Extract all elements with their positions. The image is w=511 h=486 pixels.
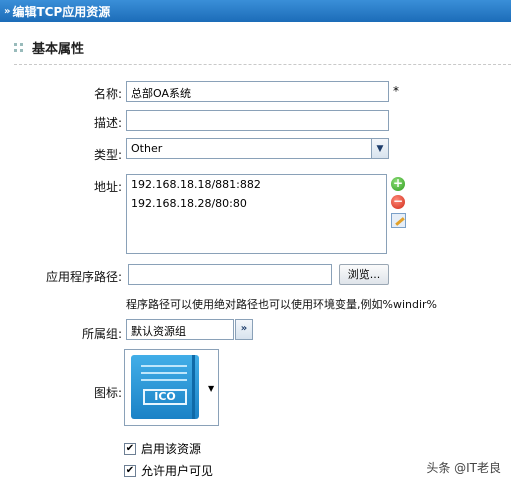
group-select[interactable]: 默认资源组 (126, 319, 234, 340)
checkbox-checked-icon[interactable]: ✔ (124, 442, 136, 455)
type-select[interactable]: Other ▼ (126, 138, 389, 159)
app-path-field[interactable] (128, 264, 332, 285)
watermark: 头条 @IT老良 (426, 461, 501, 475)
chevron-down-icon[interactable]: ▼ (371, 139, 388, 158)
section-dots-icon (14, 42, 24, 53)
section-title: 基本属性 (32, 42, 85, 57)
section-divider (14, 64, 511, 65)
chevron-down-icon[interactable]: ▼ (208, 384, 214, 393)
group-label: 所属组: (81, 327, 122, 341)
enable-resource-label: 启用该资源 (141, 442, 202, 456)
app-path-hint: 程序路径可以使用绝对路径也可以使用环境变量,例如%windir% (126, 298, 437, 311)
description-field[interactable] (126, 110, 389, 131)
plus-circle-icon[interactable]: + (391, 177, 405, 191)
window-title: 编辑TCP应用资源 (12, 4, 111, 19)
type-label: 类型: (93, 148, 122, 162)
name-field[interactable]: 总部OA系统 (126, 81, 389, 102)
double-chevron-icon: » (4, 5, 11, 17)
required-mark: * (393, 84, 399, 98)
user-visible-label: 允许用户可见 (141, 464, 214, 478)
address-label: 地址: (93, 180, 122, 194)
address-list[interactable]: 192.168.18.18/881:882 192.168.18.28/80:8… (126, 174, 387, 254)
icon-text: ICO (143, 389, 187, 405)
browse-button[interactable]: 浏览... (339, 264, 389, 285)
address-item[interactable]: 192.168.18.28/80:80 (127, 194, 386, 213)
group-picker-button[interactable]: » (235, 319, 253, 340)
checkbox-checked-icon[interactable]: ✔ (124, 464, 136, 477)
edit-icon[interactable] (391, 213, 406, 228)
type-selected-value: Other (131, 142, 163, 155)
section-header: 基本属性 (14, 38, 84, 57)
address-item[interactable]: 192.168.18.18/881:882 (127, 175, 386, 194)
ico-book-icon: ICO (131, 355, 199, 419)
minus-circle-icon[interactable]: − (391, 195, 405, 209)
enable-resource-checkbox[interactable]: ✔ 启用该资源 (124, 440, 201, 457)
user-visible-checkbox[interactable]: ✔ 允许用户可见 (124, 462, 213, 479)
icon-picker[interactable]: ICO ▼ (124, 349, 219, 426)
icon-label: 图标: (93, 386, 122, 400)
window-titlebar: » 编辑TCP应用资源 (0, 0, 511, 22)
name-label: 名称: (93, 87, 122, 101)
address-actions: + − (391, 177, 406, 228)
app-path-label: 应用程序路径: (45, 270, 122, 284)
description-label: 描述: (93, 116, 122, 130)
